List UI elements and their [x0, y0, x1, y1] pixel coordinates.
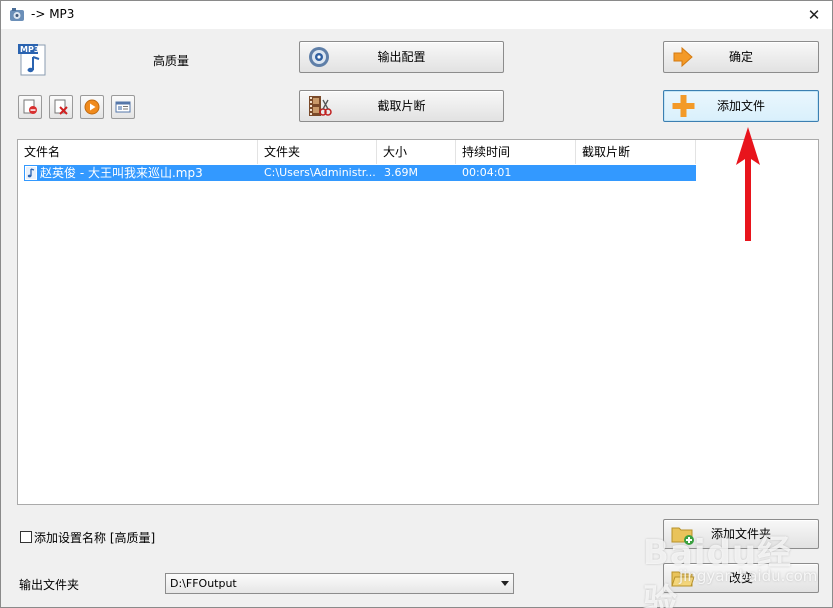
plus-icon — [672, 95, 695, 117]
cell-folder: C:\Users\Administr... — [264, 166, 376, 179]
add-file-button[interactable]: 添加文件 — [663, 90, 819, 122]
add-setting-name-checkbox[interactable] — [20, 531, 32, 543]
output-folder-value: D:\FFOutput — [170, 577, 237, 590]
cell-size: 3.69M — [384, 166, 418, 179]
remove-file-button[interactable] — [18, 95, 42, 119]
title-bar: -> MP3 ✕ — [1, 1, 832, 29]
close-icon: ✕ — [807, 6, 821, 24]
play-button[interactable] — [80, 95, 104, 119]
cell-file-name: 赵英俊 - 大王叫我来巡山.mp3 — [40, 166, 203, 180]
film-scissors-icon — [309, 96, 332, 116]
output-folder-label: 输出文件夹 — [19, 578, 80, 592]
window-title: -> MP3 — [31, 7, 75, 21]
info-card-icon — [115, 101, 131, 113]
watermark-sub-text: jingyan.baidu.com — [679, 567, 818, 585]
file-list-header: 文件名 文件夹 大小 持续时间 截取片断 — [18, 140, 818, 164]
converter-dialog: -> MP3 ✕ MP3 高质量 输出配置 确定 截取片断 添加文件 文件名 文… — [0, 0, 833, 608]
table-row[interactable]: 赵英俊 - 大王叫我来巡山.mp3 C:\Users\Administr... … — [24, 165, 696, 181]
clear-list-button[interactable] — [49, 95, 73, 119]
output-folder-select[interactable]: D:\FFOutput — [165, 573, 514, 594]
quality-label: 高质量 — [153, 54, 190, 68]
cut-clip-button[interactable]: 截取片断 — [299, 90, 504, 122]
output-config-button[interactable]: 输出配置 — [299, 41, 504, 73]
mp3-icon-text: MP3 — [20, 45, 39, 54]
mp3-format-icon: MP3 — [18, 44, 46, 76]
remove-file-icon — [23, 99, 37, 114]
annotation-arrow — [736, 127, 760, 241]
arrow-right-icon — [673, 46, 693, 68]
chevron-down-icon — [501, 581, 509, 586]
close-button[interactable]: ✕ — [802, 5, 826, 25]
baidu-watermark: Baidu经验 jingyan.baidu.com — [643, 517, 823, 608]
file-info-button[interactable] — [111, 95, 135, 119]
clear-list-icon — [54, 99, 68, 115]
column-header-folder[interactable]: 文件夹 — [258, 140, 377, 164]
app-icon — [10, 8, 24, 21]
file-list[interactable]: 文件名 文件夹 大小 持续时间 截取片断 赵英俊 - 大王叫我来巡山.mp3 C… — [17, 139, 819, 505]
audio-file-icon — [25, 166, 37, 180]
column-header-name[interactable]: 文件名 — [18, 140, 258, 164]
column-header-duration[interactable]: 持续时间 — [456, 140, 576, 164]
add-setting-name-label: 添加设置名称 [高质量] — [34, 531, 156, 545]
cell-duration: 00:04:01 — [462, 166, 512, 179]
gear-icon — [309, 47, 329, 67]
confirm-button[interactable]: 确定 — [663, 41, 819, 73]
column-header-size[interactable]: 大小 — [377, 140, 456, 164]
play-icon — [84, 99, 100, 115]
column-header-clip[interactable]: 截取片断 — [576, 140, 696, 164]
